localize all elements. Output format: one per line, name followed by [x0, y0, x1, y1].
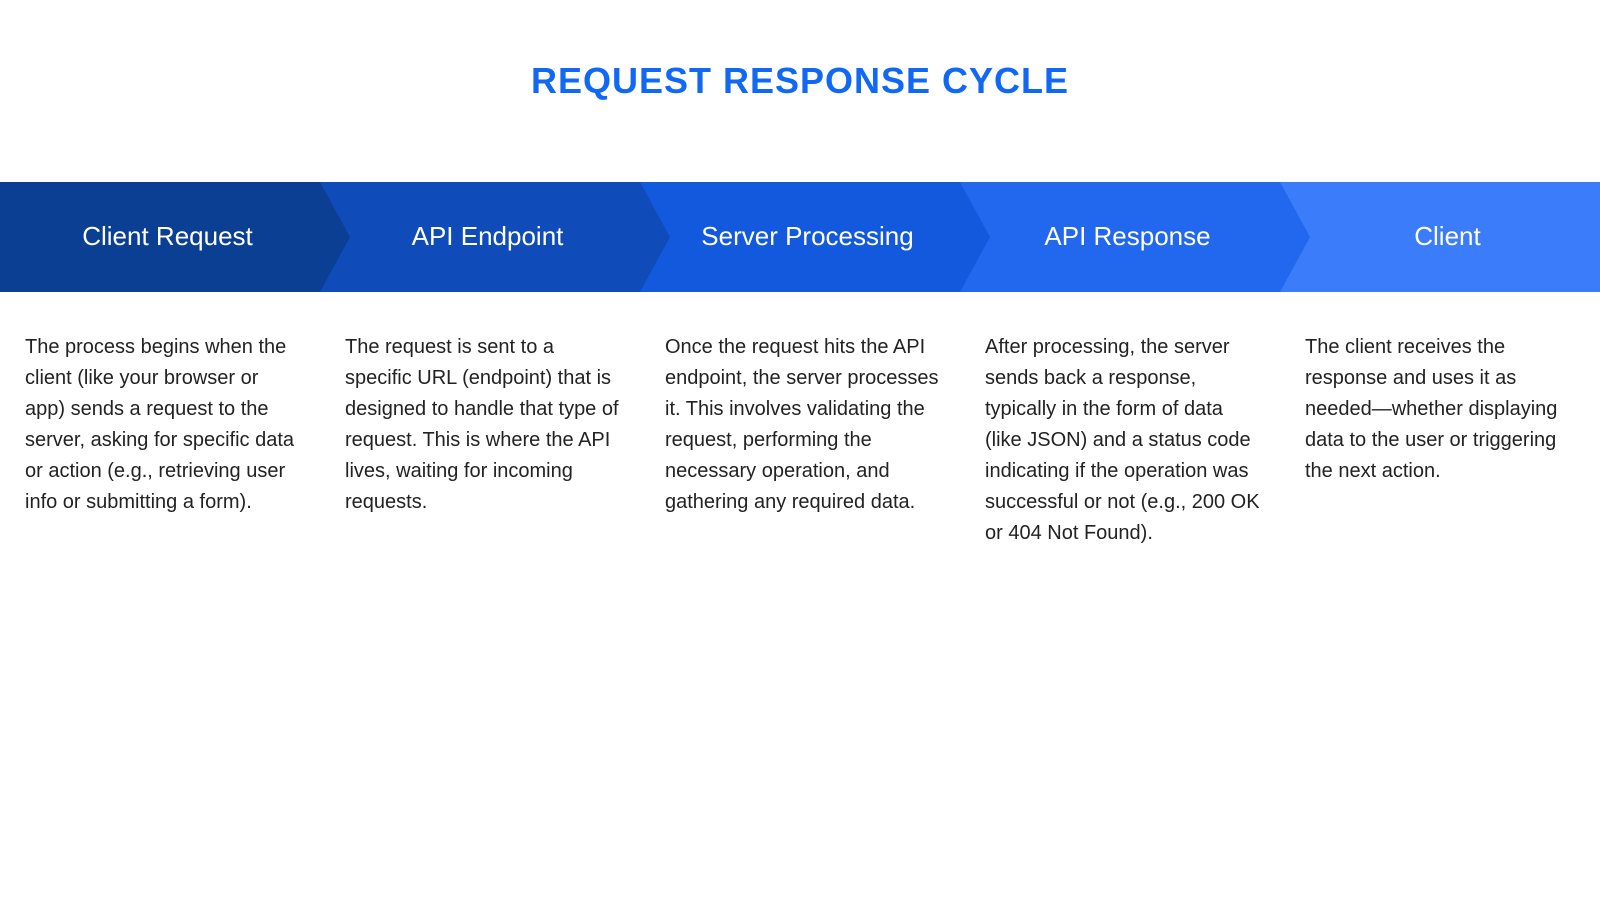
- diagram-title: REQUEST RESPONSE CYCLE: [0, 60, 1600, 102]
- step-label: API Endpoint: [412, 221, 564, 252]
- step-description-server-processing: Once the request hits the API endpoint, …: [640, 332, 960, 549]
- step-arrow-api-response: API Response: [960, 182, 1280, 292]
- step-description-api-response: After processing, the server sends back …: [960, 332, 1280, 549]
- step-description-api-endpoint: The request is sent to a specific URL (e…: [320, 332, 640, 549]
- step-label: Client Request: [82, 221, 253, 252]
- step-arrow-server-processing: Server Processing: [640, 182, 960, 292]
- descriptions-row: The process begins when the client (like…: [0, 332, 1600, 549]
- arrow-chevron-row: Client Request API Endpoint Server Proce…: [0, 182, 1600, 292]
- step-arrow-client: Client: [1280, 182, 1600, 292]
- step-description-client: The client receives the response and use…: [1280, 332, 1600, 549]
- step-label: API Response: [1044, 221, 1210, 252]
- step-description-client-request: The process begins when the client (like…: [0, 332, 320, 549]
- step-label: Server Processing: [701, 221, 913, 252]
- step-arrow-client-request: Client Request: [0, 182, 320, 292]
- step-label: Client: [1414, 221, 1480, 252]
- step-arrow-api-endpoint: API Endpoint: [320, 182, 640, 292]
